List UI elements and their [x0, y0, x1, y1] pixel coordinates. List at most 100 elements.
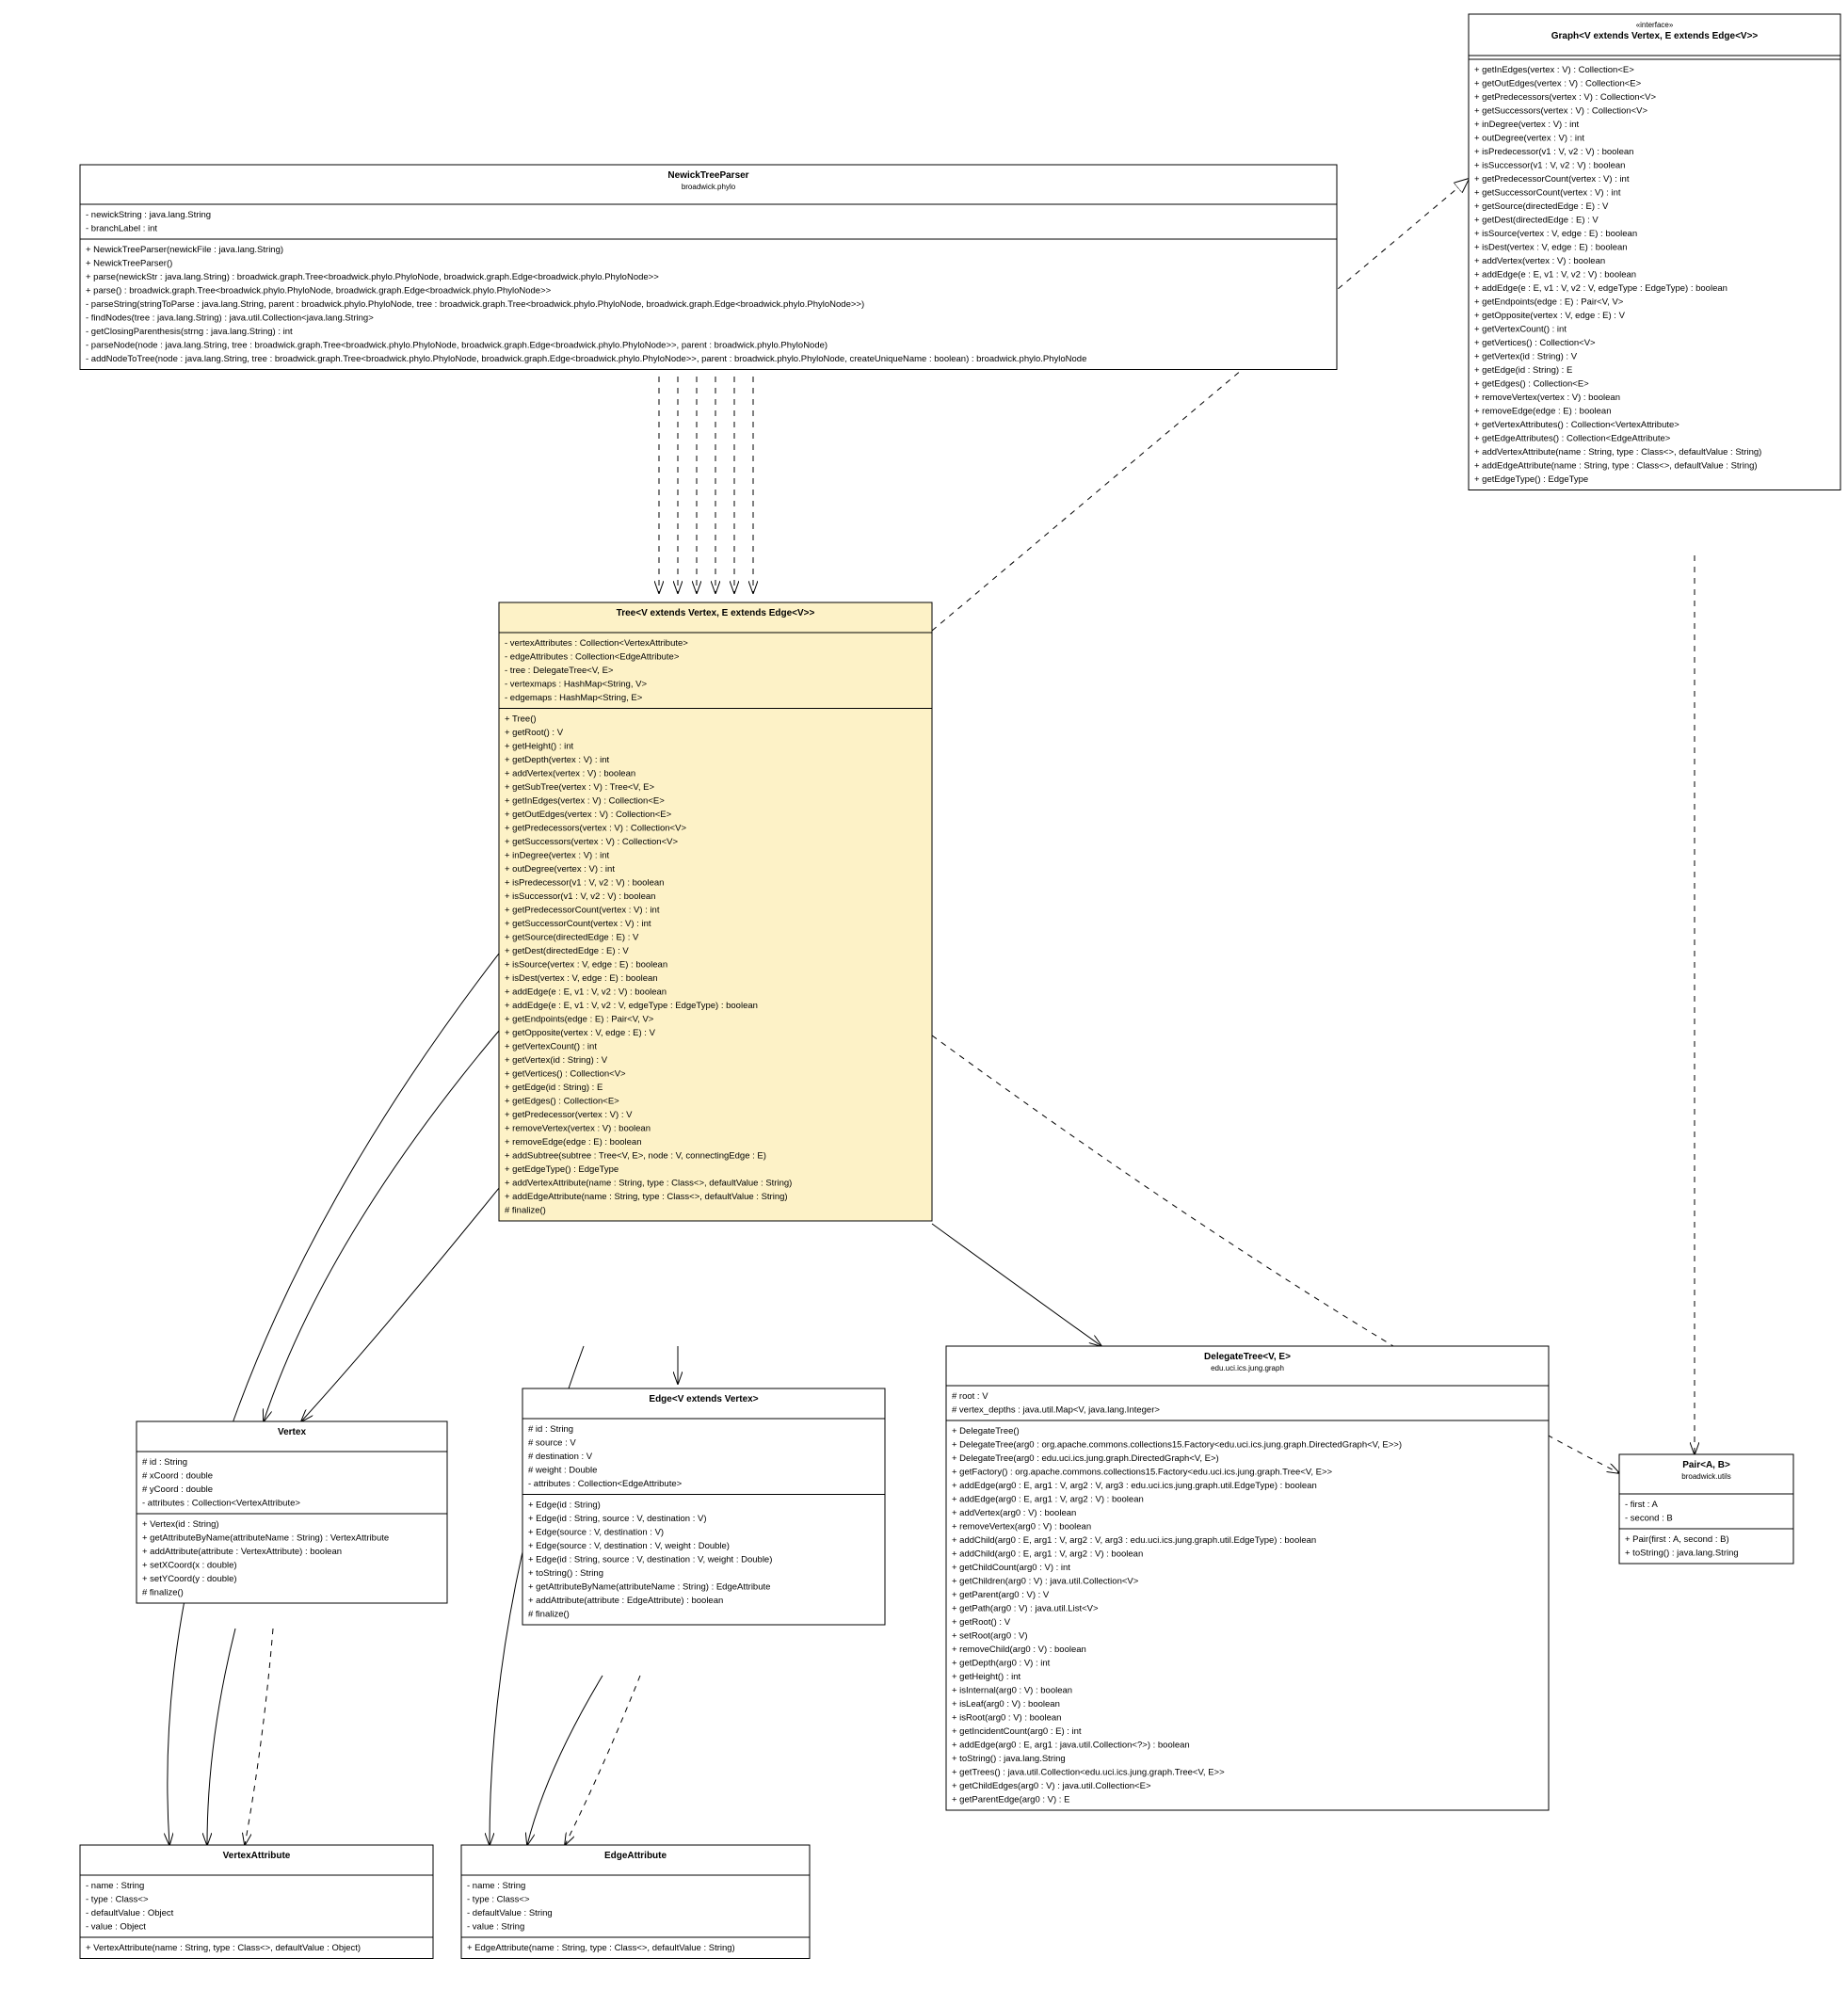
svg-text:+ addSubtree(subtree : Tree<V,: + addSubtree(subtree : Tree<V, E>, node …	[505, 1151, 766, 1162]
svg-text:+ Edge(id : String, source : V: + Edge(id : String, source : V, destinat…	[528, 1555, 772, 1565]
svg-text:+ getOpposite(vertex : V, edge: + getOpposite(vertex : V, edge : E) : V	[1474, 311, 1626, 321]
svg-text:+ getEdgeType() : EdgeType: + getEdgeType() : EdgeType	[505, 1164, 619, 1175]
svg-text:- attributes : Collection<Vert: - attributes : Collection<VertexAttribut…	[142, 1499, 300, 1509]
svg-text:+ getInEdges(vertex : V) : Col: + getInEdges(vertex : V) : Collection<E>	[505, 796, 665, 807]
svg-text:# id : String: # id : String	[528, 1424, 573, 1435]
svg-text:+ getSuccessorCount(vertex : V: + getSuccessorCount(vertex : V) : int	[505, 919, 651, 929]
svg-text:+ addEdgeAttribute(name : Stri: + addEdgeAttribute(name : String, type :…	[1474, 461, 1758, 472]
svg-text:+ getTrees() : java.util.Colle: + getTrees() : java.util.Collection<edu.…	[952, 1768, 1225, 1778]
svg-text:Tree<V extends Vertex, E exten: Tree<V extends Vertex, E extends Edge<V>…	[617, 608, 815, 618]
svg-text:+ DelegateTree(): + DelegateTree()	[952, 1426, 1020, 1436]
svg-text:+ isInternal(arg0 : V) : boole: + isInternal(arg0 : V) : boolean	[952, 1686, 1072, 1696]
association-edge-edgeattr	[527, 1676, 603, 1845]
svg-text:+ isSuccessor(v1 : V, v2 : V): + isSuccessor(v1 : V, v2 : V) : boolean	[1474, 161, 1625, 171]
svg-text:- type : Class<>: - type : Class<>	[86, 1895, 149, 1905]
class-vertex: Vertex# id : String# xCoord : double# yC…	[137, 1421, 447, 1603]
svg-text:+ parse(newickStr : java.lang.: + parse(newickStr : java.lang.String) : …	[86, 272, 659, 282]
svg-text:+ addChild(arg0 : E, arg1 : V,: + addChild(arg0 : E, arg1 : V, arg2 : V,…	[952, 1535, 1316, 1546]
svg-text:+ addEdge(e : E, v1 : V, v2 :: + addEdge(e : E, v1 : V, v2 : V) : boole…	[1474, 270, 1636, 281]
svg-text:+ getEdges() : Collection<E>: + getEdges() : Collection<E>	[505, 1097, 619, 1107]
svg-text:+ getVertexCount() : int: + getVertexCount() : int	[505, 1042, 597, 1052]
svg-text:Graph<V extends Vertex, E exte: Graph<V extends Vertex, E extends Edge<V…	[1551, 31, 1759, 41]
svg-text:+ isDest(vertex : V, edge : E): + isDest(vertex : V, edge : E) : boolean	[1474, 243, 1628, 253]
svg-text:- value : String: - value : String	[467, 1922, 524, 1933]
svg-text:+ removeVertex(arg0 : V) : boo: + removeVertex(arg0 : V) : boolean	[952, 1522, 1091, 1533]
class-edgeattribute: EdgeAttribute- name : String- type : Cla…	[461, 1845, 810, 1959]
svg-text:+ EdgeAttribute(name : String,: + EdgeAttribute(name : String, type : Cl…	[467, 1943, 735, 1953]
svg-text:+ toString() : java.lang.Strin: + toString() : java.lang.String	[1625, 1549, 1739, 1559]
svg-text:Vertex: Vertex	[278, 1427, 306, 1437]
svg-text:+ getSuccessors(vertex : V) :: + getSuccessors(vertex : V) : Collection…	[1474, 106, 1647, 117]
svg-text:+ addVertexAttribute(name : St: + addVertexAttribute(name : String, type…	[1474, 447, 1761, 457]
svg-text:+ addEdge(e : E, v1 : V, v2 :: + addEdge(e : E, v1 : V, v2 : V, edgeTyp…	[505, 1001, 758, 1011]
svg-text:+ getEdge(id : String) : E: + getEdge(id : String) : E	[1474, 365, 1572, 376]
class-tree: Tree<V extends Vertex, E extends Edge<V>…	[499, 602, 932, 1221]
svg-text:+ addEdgeAttribute(name : Stri: + addEdgeAttribute(name : String, type :…	[505, 1192, 788, 1202]
svg-text:+ VertexAttribute(name : Strin: + VertexAttribute(name : String, type : …	[86, 1943, 361, 1953]
svg-text:# finalize(): # finalize()	[528, 1610, 570, 1620]
class-delegatetree: DelegateTree<V, E>edu.uci.ics.jung.graph…	[946, 1346, 1549, 1810]
svg-text:Pair<A, B>: Pair<A, B>	[1682, 1460, 1730, 1470]
class-pair: Pair<A, B>broadwick.utils- first : A- se…	[1619, 1454, 1793, 1564]
svg-text:+ isLeaf(arg0 : V) : boolean: + isLeaf(arg0 : V) : boolean	[952, 1699, 1060, 1709]
svg-text:+ getPredecessors(vertex : V): + getPredecessors(vertex : V) : Collecti…	[505, 824, 686, 834]
svg-text:+ addEdge(e : E, v1 : V, v2 :: + addEdge(e : E, v1 : V, v2 : V) : boole…	[505, 987, 667, 998]
svg-text:+ getIncidentCount(arg0 : E) :: + getIncidentCount(arg0 : E) : int	[952, 1726, 1082, 1737]
class-edge: Edge<V extends Vertex># id : String# sou…	[522, 1388, 885, 1625]
svg-text:+ getOutEdges(vertex : V) : Co: + getOutEdges(vertex : V) : Collection<E…	[1474, 79, 1642, 89]
svg-text:# destination : V: # destination : V	[528, 1452, 593, 1462]
svg-text:+ getOutEdges(vertex : V) : Co: + getOutEdges(vertex : V) : Collection<E…	[505, 810, 672, 820]
dependency-edge-edgeattr	[565, 1676, 640, 1845]
svg-text:+ getDepth(arg0 : V) : int: + getDepth(arg0 : V) : int	[952, 1659, 1051, 1669]
svg-text:- defaultValue : String: - defaultValue : String	[467, 1908, 553, 1918]
svg-text:- parseString(stringToParse :: - parseString(stringToParse : java.lang.…	[86, 299, 864, 310]
svg-text:- first : A: - first : A	[1625, 1500, 1659, 1510]
svg-text:+ NewickTreeParser(): + NewickTreeParser()	[86, 259, 172, 269]
svg-text:+ DelegateTree(arg0 : org.apac: + DelegateTree(arg0 : org.apache.commons…	[952, 1440, 1402, 1451]
svg-text:+ addEdge(arg0 : E, arg1 : V,: + addEdge(arg0 : E, arg1 : V, arg2 : V, …	[952, 1481, 1317, 1491]
svg-text:+ getHeight() : int: + getHeight() : int	[505, 742, 573, 752]
svg-text:+ getSource(directedEdge : E): + getSource(directedEdge : E) : V	[505, 933, 639, 943]
svg-text:+ setXCoord(x : double): + setXCoord(x : double)	[142, 1561, 237, 1571]
svg-text:+ getRoot() : V: + getRoot() : V	[952, 1617, 1011, 1628]
svg-text:+ Pair(first : A, second : B): + Pair(first : A, second : B)	[1625, 1534, 1729, 1545]
svg-text:+ inDegree(vertex : V) : int: + inDegree(vertex : V) : int	[1474, 120, 1580, 130]
svg-text:+ Edge(source : V, destination: + Edge(source : V, destination : V)	[528, 1528, 664, 1538]
svg-text:# id : String: # id : String	[142, 1457, 187, 1468]
svg-text:+ getVertex(id : String) : V: + getVertex(id : String) : V	[505, 1055, 608, 1066]
svg-text:+ isDest(vertex : V, edge : E): + isDest(vertex : V, edge : E) : boolean	[505, 973, 658, 984]
svg-text:- edgeAttributes : Collection<: - edgeAttributes : Collection<EdgeAttrib…	[505, 652, 680, 663]
svg-text:- newickString : java.lang.Str: - newickString : java.lang.String	[86, 210, 211, 220]
svg-text:+ removeVertex(vertex : V) : b: + removeVertex(vertex : V) : boolean	[505, 1124, 651, 1134]
svg-text:+ getInEdges(vertex : V) : Col: + getInEdges(vertex : V) : Collection<E>	[1474, 65, 1634, 75]
svg-text:+ getChildren(arg0 : V) : java: + getChildren(arg0 : V) : java.util.Coll…	[952, 1577, 1139, 1587]
svg-text:DelegateTree<V, E>: DelegateTree<V, E>	[1204, 1352, 1291, 1362]
svg-text:+ addEdge(e : E, v1 : V, v2 :: + addEdge(e : E, v1 : V, v2 : V, edgeTyp…	[1474, 283, 1727, 294]
svg-text:+ DelegateTree(arg0 : edu.uci.: + DelegateTree(arg0 : edu.uci.ics.jung.g…	[952, 1453, 1219, 1464]
svg-text:+ addAttribute(attribute : Edg: + addAttribute(attribute : EdgeAttribute…	[528, 1596, 723, 1606]
svg-text:+ toString() : String: + toString() : String	[528, 1568, 603, 1579]
svg-text:+ addAttribute(attribute : Ver: + addAttribute(attribute : VertexAttribu…	[142, 1547, 342, 1557]
dependency-newick-tree	[659, 377, 753, 593]
svg-text:+ getEdgeAttributes() : Collec: + getEdgeAttributes() : Collection<EdgeA…	[1474, 434, 1671, 444]
svg-text:- getClosingParenthesis(strng: - getClosingParenthesis(strng : java.lan…	[86, 327, 293, 337]
svg-text:+ getDest(directedEdge : E) :: + getDest(directedEdge : E) : V	[1474, 216, 1599, 226]
association-tree-delegatetree	[932, 1224, 1101, 1346]
svg-text:+ getOpposite(vertex : V, edge: + getOpposite(vertex : V, edge : E) : V	[505, 1028, 656, 1038]
svg-text:+ getDest(directedEdge : E) :: + getDest(directedEdge : E) : V	[505, 946, 629, 956]
svg-text:+ getFactory() : org.apache.co: + getFactory() : org.apache.commons.coll…	[952, 1468, 1333, 1478]
svg-text:+ Edge(id : String, source : V: + Edge(id : String, source : V, destinat…	[528, 1514, 707, 1524]
svg-text:+ getPredecessor(vertex : V) :: + getPredecessor(vertex : V) : V	[505, 1110, 633, 1120]
svg-text:«interface»: «interface»	[1636, 21, 1674, 29]
svg-text:+ getHeight() : int: + getHeight() : int	[952, 1672, 1020, 1682]
svg-text:# source : V: # source : V	[528, 1438, 576, 1449]
svg-text:# vertex_depths : java.util.Ma: # vertex_depths : java.util.Map<V, java.…	[952, 1405, 1160, 1416]
svg-text:VertexAttribute: VertexAttribute	[223, 1851, 291, 1861]
class-newicktreeparser: NewickTreeParserbroadwick.phylo- newickS…	[80, 165, 1337, 370]
svg-text:+ removeVertex(vertex : V) : b: + removeVertex(vertex : V) : boolean	[1474, 393, 1620, 403]
svg-text:+ addVertexAttribute(name : St: + addVertexAttribute(name : String, type…	[505, 1179, 792, 1189]
svg-text:+ getSubTree(vertex : V) : Tre: + getSubTree(vertex : V) : Tree<V, E>	[505, 782, 654, 793]
svg-text:+ outDegree(vertex : V) : int: + outDegree(vertex : V) : int	[1474, 134, 1584, 144]
class-vertexattribute: VertexAttribute- name : String- type : C…	[80, 1845, 433, 1959]
svg-text:+ getEndpoints(edge : E) : Pai: + getEndpoints(edge : E) : Pair<V, V>	[505, 1015, 654, 1025]
